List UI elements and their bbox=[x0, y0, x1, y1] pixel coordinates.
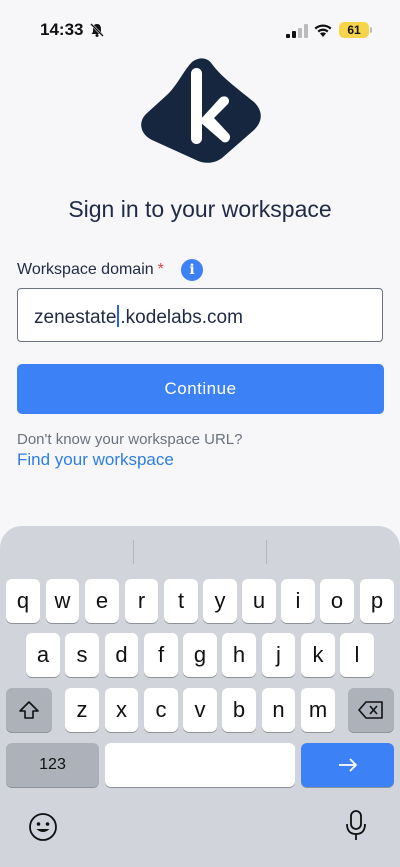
key-t[interactable]: t bbox=[164, 579, 198, 623]
key-z[interactable]: z bbox=[65, 688, 99, 732]
numbers-key[interactable]: 123 bbox=[6, 743, 99, 787]
battery-indicator: 61 bbox=[339, 22, 369, 38]
wifi-icon bbox=[314, 24, 332, 37]
suggestion-divider bbox=[133, 540, 134, 564]
workspace-domain-input[interactable]: zenestate .kodelabs.com bbox=[17, 288, 383, 342]
key-y[interactable]: y bbox=[203, 579, 237, 623]
onscreen-keyboard: q w e r t y u i o p a s d f g h j k l z … bbox=[0, 526, 400, 867]
key-h[interactable]: h bbox=[222, 633, 256, 677]
key-c[interactable]: c bbox=[144, 688, 178, 732]
cellular-signal-icon bbox=[286, 24, 308, 38]
info-icon[interactable]: i bbox=[181, 259, 203, 281]
key-e[interactable]: e bbox=[85, 579, 119, 623]
key-p[interactable]: p bbox=[360, 579, 394, 623]
key-l[interactable]: l bbox=[340, 633, 374, 677]
shift-arrow-icon bbox=[19, 701, 39, 719]
go-key[interactable] bbox=[301, 743, 394, 787]
muted-bell-icon bbox=[90, 23, 104, 37]
shift-key[interactable] bbox=[6, 688, 52, 732]
microphone-icon[interactable] bbox=[345, 810, 367, 842]
status-time: 14:33 bbox=[40, 20, 84, 39]
key-q[interactable]: q bbox=[6, 579, 40, 623]
space-key[interactable] bbox=[105, 743, 295, 787]
workspace-domain-label: Workspace domain * bbox=[17, 261, 164, 279]
kodelabs-logo-icon bbox=[141, 58, 261, 163]
workspace-domain-value: zenestate .kodelabs.com bbox=[34, 305, 243, 329]
key-u[interactable]: u bbox=[242, 579, 276, 623]
key-m[interactable]: m bbox=[301, 688, 335, 732]
required-mark: * bbox=[157, 261, 164, 278]
domain-value-suffix: .kodelabs.com bbox=[120, 307, 243, 328]
key-n[interactable]: n bbox=[262, 688, 295, 732]
key-w[interactable]: w bbox=[46, 579, 79, 623]
key-f[interactable]: f bbox=[144, 633, 178, 677]
battery-tip bbox=[370, 27, 372, 33]
domain-value-prefix: zenestate bbox=[34, 307, 117, 328]
key-k[interactable]: k bbox=[301, 633, 335, 677]
key-d[interactable]: d bbox=[105, 633, 138, 677]
suggestion-divider bbox=[266, 540, 267, 564]
continue-button[interactable]: Continue bbox=[17, 364, 384, 414]
key-v[interactable]: v bbox=[183, 688, 217, 732]
key-i[interactable]: i bbox=[281, 579, 315, 623]
key-j[interactable]: j bbox=[262, 633, 295, 677]
key-o[interactable]: o bbox=[320, 579, 354, 623]
key-a[interactable]: a bbox=[26, 633, 60, 677]
arrow-right-icon bbox=[338, 758, 357, 772]
status-bar: 14:33 61 bbox=[0, 0, 400, 60]
page-title: Sign in to your workspace bbox=[68, 196, 332, 222]
find-workspace-link[interactable]: Find your workspace bbox=[17, 450, 174, 470]
backspace-icon bbox=[358, 701, 383, 719]
key-g[interactable]: g bbox=[183, 633, 217, 677]
emoji-icon[interactable] bbox=[28, 812, 58, 842]
backspace-key[interactable] bbox=[348, 688, 394, 732]
key-r[interactable]: r bbox=[125, 579, 158, 623]
help-text: Don't know your workspace URL? bbox=[17, 431, 243, 448]
key-b[interactable]: b bbox=[222, 688, 256, 732]
key-s[interactable]: s bbox=[65, 633, 99, 677]
workspace-domain-label-text: Workspace domain bbox=[17, 261, 154, 278]
key-x[interactable]: x bbox=[105, 688, 138, 732]
